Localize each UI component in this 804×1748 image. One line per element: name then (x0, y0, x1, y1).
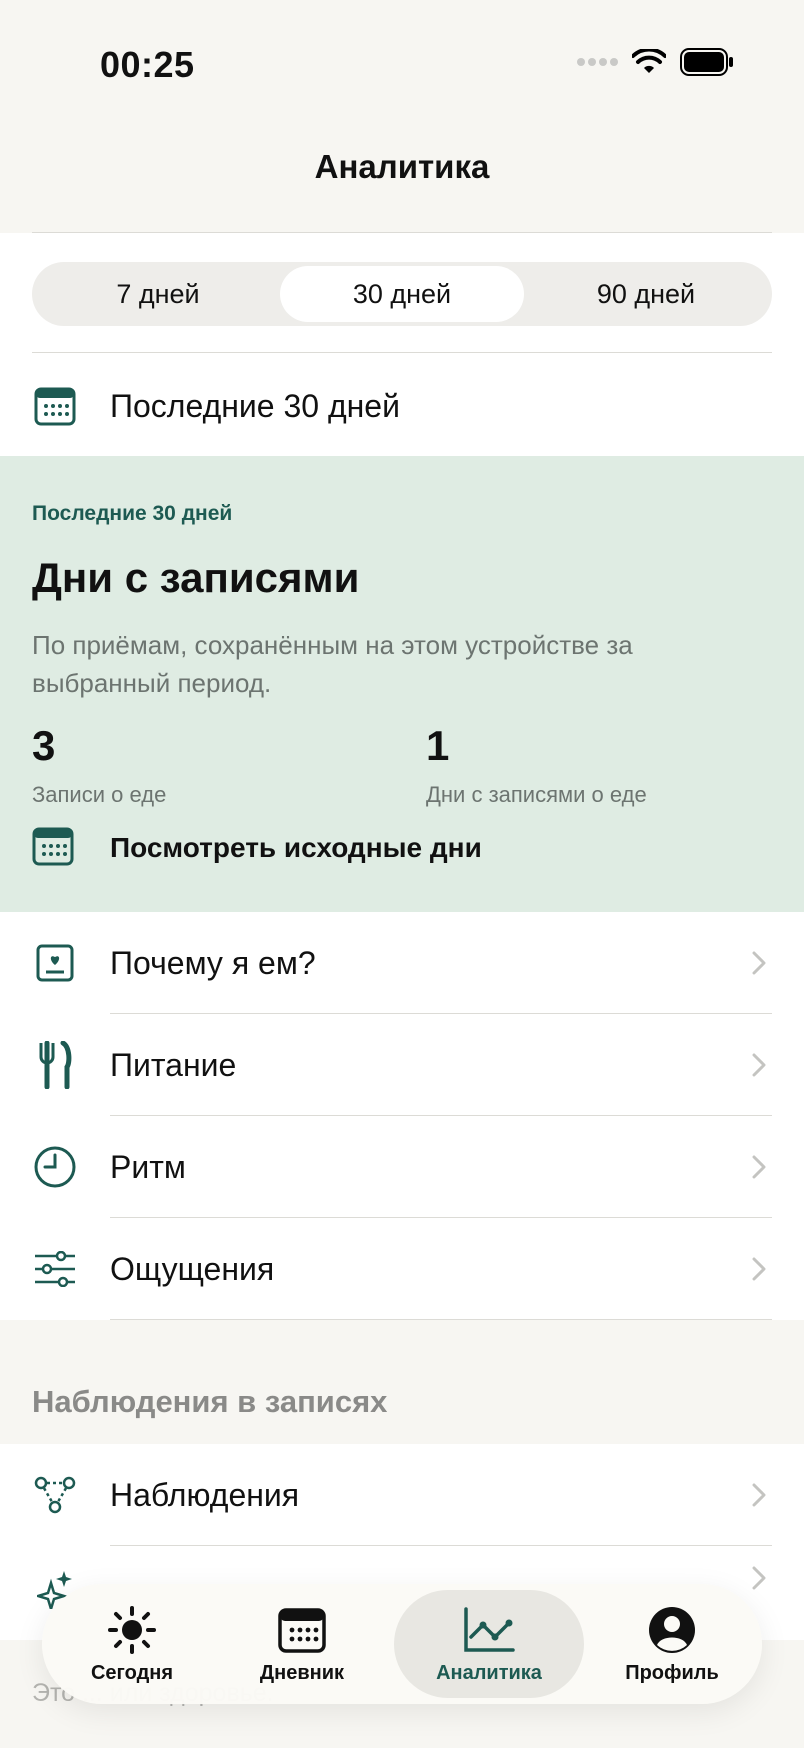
period-30-days[interactable]: 30 дней (280, 266, 524, 322)
section-header-observations: Наблюдения в записях (32, 1384, 388, 1419)
sun-icon (106, 1604, 158, 1656)
divider (110, 1319, 772, 1320)
stat-meal-entries-label: Записи о еде (32, 782, 167, 807)
tab-today[interactable]: Сегодня (47, 1584, 217, 1704)
menu-item-label: Питание (110, 1046, 237, 1083)
tab-analytics[interactable]: Аналитика (394, 1590, 584, 1698)
menu-item-label: Почему я ем? (110, 944, 316, 981)
card-title: Дни с записями (32, 554, 360, 601)
status-bar: 00:25 (0, 0, 804, 130)
calendar-icon (276, 1604, 328, 1656)
page-title: Аналитика (314, 148, 490, 185)
tab-profile[interactable]: Профиль (587, 1584, 757, 1704)
chevron-right-icon (752, 1483, 766, 1507)
view-source-days-link[interactable]: Посмотреть исходные дни (110, 832, 482, 864)
menu-item-label: Наблюдения (110, 1476, 300, 1513)
chevron-right-icon (752, 1257, 766, 1281)
card-eyebrow: Последние 30 дней (32, 502, 233, 525)
menu-item-sensations[interactable]: Ощущения (0, 1218, 804, 1320)
menu-item-rhythm[interactable]: Ритм (0, 1116, 804, 1218)
sliders-icon (32, 1246, 78, 1292)
battery-icon (680, 48, 733, 76)
menu-item-label: Ощущения (110, 1250, 275, 1287)
date-range-label: Последние 30 дней (110, 387, 400, 424)
period-7-days[interactable]: 7 дней (36, 266, 280, 322)
wifi-icon (632, 49, 666, 73)
clock-icon (32, 1144, 78, 1190)
menu-item-nutrition[interactable]: Питание (0, 1014, 804, 1116)
chart-icon (463, 1604, 515, 1656)
tab-label: Аналитика (436, 1661, 542, 1684)
divider (32, 352, 772, 353)
tab-bar: Сегодня Дневник Аналитика Профиль (42, 1584, 762, 1704)
chevron-right-icon (752, 1053, 766, 1077)
chevron-right-icon (752, 951, 766, 975)
date-range-row[interactable]: Последние 30 дней (0, 380, 804, 432)
journal-heart-icon (32, 940, 78, 986)
status-time: 00:25 (100, 44, 195, 85)
tab-label: Профиль (625, 1661, 719, 1684)
period-90-days[interactable]: 90 дней (524, 266, 768, 322)
calendar-icon (32, 383, 78, 429)
status-icons (576, 48, 734, 76)
signal-icon (577, 58, 618, 66)
menu-item-why-eat[interactable]: Почему я ем? (0, 912, 804, 1014)
chevron-right-icon (752, 1155, 766, 1179)
stat-days-label: Дни с записями о еде (426, 782, 647, 807)
tab-label: Дневник (259, 1661, 345, 1684)
menu-item-observations[interactable]: Наблюдения (0, 1444, 804, 1546)
tab-label: Сегодня (90, 1661, 174, 1684)
tab-diary[interactable]: Дневник (217, 1584, 387, 1704)
card-description: По приёмам, сохранённым на этом устройст… (32, 630, 633, 698)
nodes-icon (32, 1472, 78, 1518)
menu-item-label: Ритм (110, 1148, 186, 1185)
stat-days-value: 1 (426, 722, 450, 769)
fork-knife-icon (32, 1041, 78, 1089)
profile-icon (646, 1604, 698, 1656)
stat-meal-entries-value: 3 (32, 722, 56, 769)
period-segmented-control[interactable]: 7 дней 30 дней 90 дней (32, 262, 772, 326)
calendar-icon (32, 826, 74, 871)
